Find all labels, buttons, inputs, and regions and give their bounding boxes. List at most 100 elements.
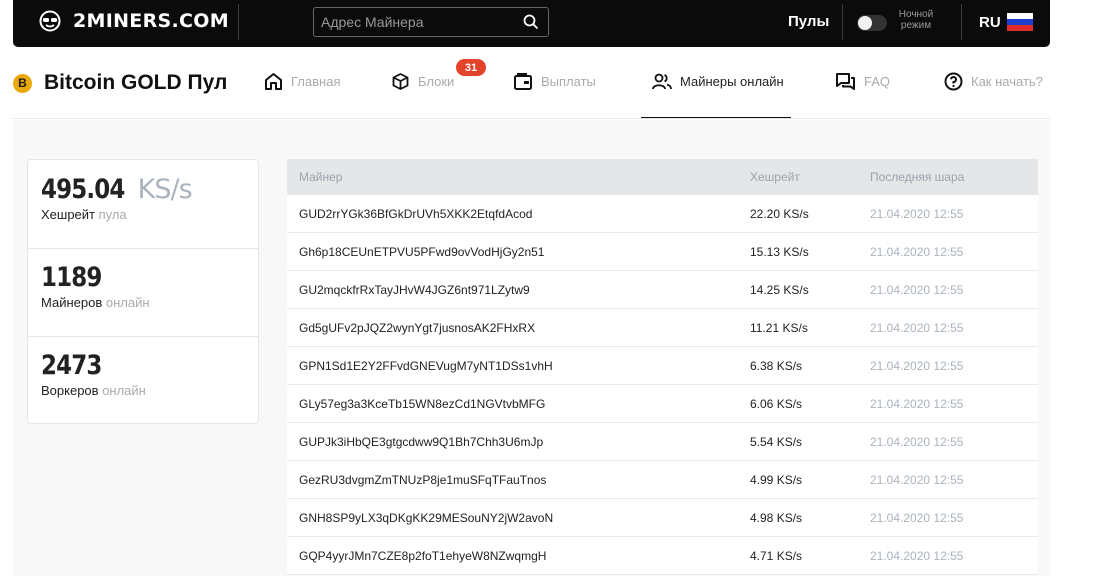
tab-faq-label: FAQ [864,74,891,89]
divider [961,4,962,40]
tab-faq[interactable]: FAQ [835,72,890,91]
stat-miners-label: Майнеров [41,295,103,310]
night-mode-line2: режим [900,20,932,31]
table-row: Gh6p18CEUnETPVU5PFwd9ovVodHjGy2n51 15.13 … [287,233,1038,271]
users-icon [652,73,672,90]
miner-address-link[interactable]: GLy57eg3a3KceTb15WN8ezCd1NGVtvbMFG [287,397,750,411]
divider [28,336,258,337]
tab-miners-online-label: Майнеры онлайн [680,74,784,89]
miner-last-share: 21.04.2020 12:55 [870,358,964,373]
miner-address-link[interactable]: Gh6p18CEUnETPVU5PFwd9ovVodHjGy2n51 [287,245,750,259]
table-row: GUD2rrYGk36BfGkDrUVh5XKK2EtqfdAcod 22.20 … [287,195,1038,233]
search-icon[interactable] [523,14,539,30]
miner-last-share: 21.04.2020 12:55 [870,434,964,449]
tab-blocks[interactable]: Блоки [391,72,454,91]
stat-workers-label: Воркеров [41,383,99,398]
table-row: GQP4yyrJMn7CZE8p2foT1ehyeW8NZwqmgH 4.71 K… [287,537,1038,575]
miner-last-share: 21.04.2020 12:55 [870,396,964,411]
home-icon [265,73,282,90]
night-mode-label: Ночной режим [896,9,936,31]
table-row: GLy57eg3a3KceTb15WN8ezCd1NGVtvbMFG 6.06 K… [287,385,1038,423]
tab-how-to-start[interactable]: Как начать? [944,72,1043,91]
tab-home-label: Главная [291,74,341,89]
miner-hashrate: 4.99 KS/s [750,472,803,487]
logo-text: 2MINERS.COM [73,10,229,32]
miner-hashrate: 15.13 KS/s [750,244,809,259]
table-header: Майнер Хешрейт Последняя шара [287,159,1038,195]
pool-name: Bitcoin GOLD Пул [44,71,228,94]
miner-hashrate: 4.71 KS/s [750,548,803,563]
column-header-hashrate[interactable]: Хешрейт [750,170,870,184]
table-body: GUD2rrYGk36BfGkDrUVh5XKK2EtqfdAcod 22.20 … [287,195,1038,575]
table-row: GU2mqckfrRxTayJHvW4JGZ6nt971LZytw9 14.25 … [287,271,1038,309]
stat-miners-value: 1189 [41,262,102,293]
stat-workers: 2473 Воркеров онлайн [28,350,258,398]
table-row: GNH8SP9yLX3qDKgKK29MESouNY2jW2avoN 4.98 K… [287,499,1038,537]
language-selector[interactable]: RU [979,13,1033,31]
table-row: GUPJk3iHbQE3gtgcdww9Q1Bh7Chh3U6mJp 5.54 K… [287,423,1038,461]
night-mode-line1: Ночной [898,9,934,20]
stat-miners-label-muted: онлайн [105,295,150,310]
miner-address-link[interactable]: GezRU3dvgmZmTNUzP8je1muSFqTFauTnos [287,473,750,487]
miner-address-link[interactable]: Gd5gUFv2pJQZ2wynYgt7jusnosAK2FHxRX [287,321,750,335]
subnav-divider [13,118,1050,119]
blocks-count-badge: 31 [456,59,486,76]
miner-hashrate: 6.38 KS/s [750,358,803,373]
search-input[interactable] [314,14,514,30]
divider [238,4,239,40]
miner-last-share: 21.04.2020 12:55 [870,206,964,221]
miner-hashrate: 14.25 KS/s [750,282,809,297]
miner-address-link[interactable]: GUD2rrYGk36BfGkDrUVh5XKK2EtqfdAcod [287,207,750,221]
miner-hashrate: 11.21 KS/s [750,320,808,335]
miner-address-link[interactable]: GU2mqckfrRxTayJHvW4JGZ6nt971LZytw9 [287,283,750,297]
stat-hashrate-label-muted: пула [98,207,127,222]
column-header-last-share[interactable]: Последняя шара [870,170,964,184]
table-row: GezRU3dvgmZmTNUzP8je1muSFqTFauTnos 4.99 K… [287,461,1038,499]
stat-hashrate-value: 495.04 [41,174,125,205]
tab-how-to-start-label: Как начать? [971,74,1043,89]
pool-stats-card: 495.04 KS/s Хешрейт пула 1189 Майнеров о… [27,159,259,424]
search-box[interactable] [313,7,549,37]
help-icon [944,72,963,91]
table-row: GPN1Sd1E2Y2FFvdGNEVugM7yNT1DSs1vhH 6.38 K… [287,347,1038,385]
miner-hashrate: 4.98 KS/s [750,510,803,525]
miner-logo-icon [39,10,61,32]
pools-menu[interactable]: Пулы [788,13,829,30]
miner-address-link[interactable]: GPN1Sd1E2Y2FFvdGNEVugM7yNT1DSs1vhH [287,359,750,373]
cube-icon [392,73,409,90]
tab-payouts-label: Выплаты [541,74,596,89]
miner-last-share: 21.04.2020 12:55 [870,510,964,525]
divider [842,4,843,40]
tab-blocks-label: Блоки [418,74,455,89]
russia-flag-icon [1006,13,1033,31]
miner-address-link[interactable]: GQP4yyrJMn7CZE8p2foT1ehyeW8NZwqmgH [287,549,750,563]
miner-address-link[interactable]: GNH8SP9yLX3qDKgKK29MESouNY2jW2avoN [287,511,750,525]
miner-last-share: 21.04.2020 12:55 [870,548,964,563]
top-bar: 2MINERS.COM Пулы Ночной режим RU [13,0,1050,47]
site-logo[interactable]: 2MINERS.COM [39,10,229,32]
stat-workers-label-muted: онлайн [102,383,146,398]
miners-table: Майнер Хешрейт Последняя шара GUD2rrYGk3… [287,159,1038,575]
miner-last-share: 21.04.2020 12:55 [870,320,964,335]
miner-hashrate: 6.06 KS/s [750,396,803,411]
wallet-icon [514,73,532,90]
stat-workers-value: 2473 [41,350,102,381]
toggle-knob [858,16,872,30]
table-row: Gd5gUFv2pJQZ2wynYgt7jusnosAK2FHxRX 11.21 … [287,309,1038,347]
miner-hashrate: 5.54 KS/s [750,434,803,449]
night-mode-toggle[interactable] [857,15,887,31]
stat-hashrate: 495.04 KS/s Хешрейт пула [28,174,258,222]
tab-payouts[interactable]: Выплаты [513,72,596,91]
miner-last-share: 21.04.2020 12:55 [870,244,964,259]
stat-hashrate-unit: KS/s [137,174,193,205]
stat-miners: 1189 Майнеров онлайн [28,262,258,310]
divider [28,248,258,249]
tab-home[interactable]: Главная [264,72,340,91]
miner-address-link[interactable]: GUPJk3iHbQE3gtgcdww9Q1Bh7Chh3U6mJp [287,435,750,449]
tab-miners-online[interactable]: Майнеры онлайн [652,72,784,91]
bitcoin-gold-icon: B [13,73,32,93]
stat-hashrate-label: Хешрейт [41,207,96,222]
miner-hashrate: 22.20 KS/s [750,206,809,221]
column-header-miner[interactable]: Майнер [287,170,750,184]
miner-last-share: 21.04.2020 12:55 [870,472,964,487]
